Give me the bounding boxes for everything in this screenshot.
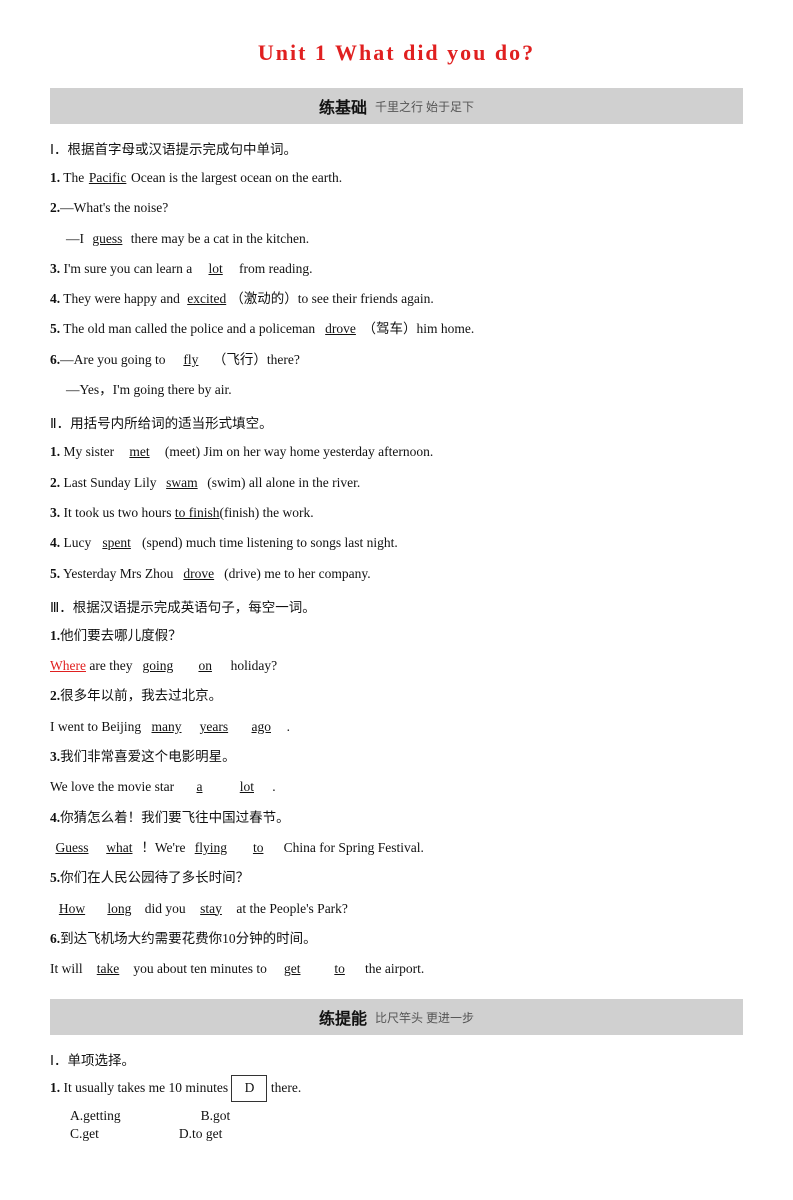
list-item: 2. Last Sunday Lily swam (swim) all alon… <box>50 471 743 495</box>
choice-B: B.got <box>201 1108 231 1124</box>
list-item: 2.很多年以前，我去过北京。 <box>50 684 743 708</box>
part1-s2-instruction: Ⅰ．单项选择。 <box>50 1049 743 1069</box>
choice-D: D.to get <box>179 1126 223 1142</box>
list-item: Guess what！We're flying to China for Spr… <box>50 836 743 860</box>
list-item: 3. It took us two hours to finish(finish… <box>50 501 743 525</box>
answer-long: long <box>97 897 141 921</box>
choices-row2: C.get D.to get <box>50 1126 743 1142</box>
answer-get: get <box>270 957 314 981</box>
list-item: We love the movie star a lot . <box>50 775 743 799</box>
answer-to1: to <box>236 836 280 860</box>
list-item: 1. It usually takes me 10 minutes D ther… <box>50 1075 743 1101</box>
list-item: 3. I'm sure you can learn a lot from rea… <box>50 257 743 281</box>
answer-on: on <box>183 654 227 678</box>
part2-instruction: Ⅱ．用括号内所给词的适当形式填空。 <box>50 412 743 432</box>
section2-body: Ⅰ．单项选择。 1. It usually takes me 10 minute… <box>50 1049 743 1141</box>
section2-sub: 比尺竿头 更进一步 <box>375 1009 474 1026</box>
answer-stay: stay <box>189 897 233 921</box>
answer-lot2: lot <box>225 775 269 799</box>
choices-row1: A.getting B.got <box>50 1108 743 1124</box>
list-item: 1. The Pacific Ocean is the largest ocea… <box>50 166 743 190</box>
choice-C: C.get <box>70 1126 99 1142</box>
answer-spent: spent <box>95 531 139 555</box>
list-item: 4. They were happy and excited（激动的）to se… <box>50 287 743 311</box>
list-item: —Yes，I'm going there by air. <box>50 378 743 402</box>
answer-where: Where <box>50 658 86 673</box>
list-item: It will take you about ten minutes to ge… <box>50 957 743 981</box>
answer-to2: to <box>318 957 362 981</box>
part1-instruction: Ⅰ．根据首字母或汉语提示完成句中单词。 <box>50 138 743 158</box>
choice-A: A.getting <box>70 1108 121 1124</box>
answer-flying: flying <box>189 836 233 860</box>
answer-ago: ago <box>239 715 283 739</box>
part3-instruction: Ⅲ．根据汉语提示完成英语句子，每空一词。 <box>50 596 743 616</box>
answer-many: many <box>145 715 189 739</box>
list-item: 5. Yesterday Mrs Zhou drove (drive) me t… <box>50 562 743 586</box>
answer-what: what <box>97 836 141 860</box>
section1-sub: 千里之行 始于足下 <box>375 98 474 115</box>
answer-guess: guess <box>87 227 127 251</box>
section2-label: 练提能 <box>319 1005 367 1029</box>
list-item: I went to Beijing many years ago . <box>50 715 743 739</box>
answer-tofinish: to finish <box>175 505 220 520</box>
list-item: 4. Lucy spent (spend) much time listenin… <box>50 531 743 555</box>
list-item: 2.—What's the noise? <box>50 196 743 220</box>
answer-take: take <box>86 957 130 981</box>
list-item: 1. My sister met (meet) Jim on her way h… <box>50 440 743 464</box>
section1-body: Ⅰ．根据首字母或汉语提示完成句中单词。 1. The Pacific Ocean… <box>50 138 743 981</box>
list-item: How long did you stay at the People's Pa… <box>50 897 743 921</box>
answer-excited: excited <box>183 287 230 311</box>
page-title: Unit 1 What did you do? <box>50 40 743 66</box>
answer-D: D <box>231 1075 267 1101</box>
answer-years: years <box>192 715 236 739</box>
list-item: 6.到达飞机场大约需要花费你10分钟的时间。 <box>50 927 743 951</box>
answer-going: going <box>136 654 180 678</box>
list-item: 6.—Are you going to fly（飞行）there? <box>50 348 743 372</box>
answer-how: How <box>50 897 94 921</box>
answer-guess2: Guess <box>50 836 94 860</box>
list-item: 4.你猜怎么着！我们要飞往中国过春节。 <box>50 806 743 830</box>
list-item: —I guess there may be a cat in the kitch… <box>50 227 743 251</box>
answer-a: a <box>178 775 222 799</box>
list-item: 1.他们要去哪儿度假？ <box>50 624 743 648</box>
answer-drove1: drove <box>319 317 363 341</box>
answer-pacific: Pacific <box>88 166 128 190</box>
answer-fly: fly <box>169 348 213 372</box>
answer-met: met <box>118 440 162 464</box>
answer-swam: swam <box>160 471 204 495</box>
section1-label: 练基础 <box>319 94 367 118</box>
answer-drove2: drove <box>177 562 221 586</box>
answer-lot1: lot <box>196 257 236 281</box>
section1-header: 练基础 千里之行 始于足下 <box>50 88 743 124</box>
section2-header: 练提能 比尺竿头 更进一步 <box>50 999 743 1035</box>
list-item: Where are they going on holiday? <box>50 654 743 678</box>
list-item: 5.你们在人民公园待了多长时间？ <box>50 866 743 890</box>
list-item: 5. The old man called the police and a p… <box>50 317 743 341</box>
list-item: 3.我们非常喜爱这个电影明星。 <box>50 745 743 769</box>
